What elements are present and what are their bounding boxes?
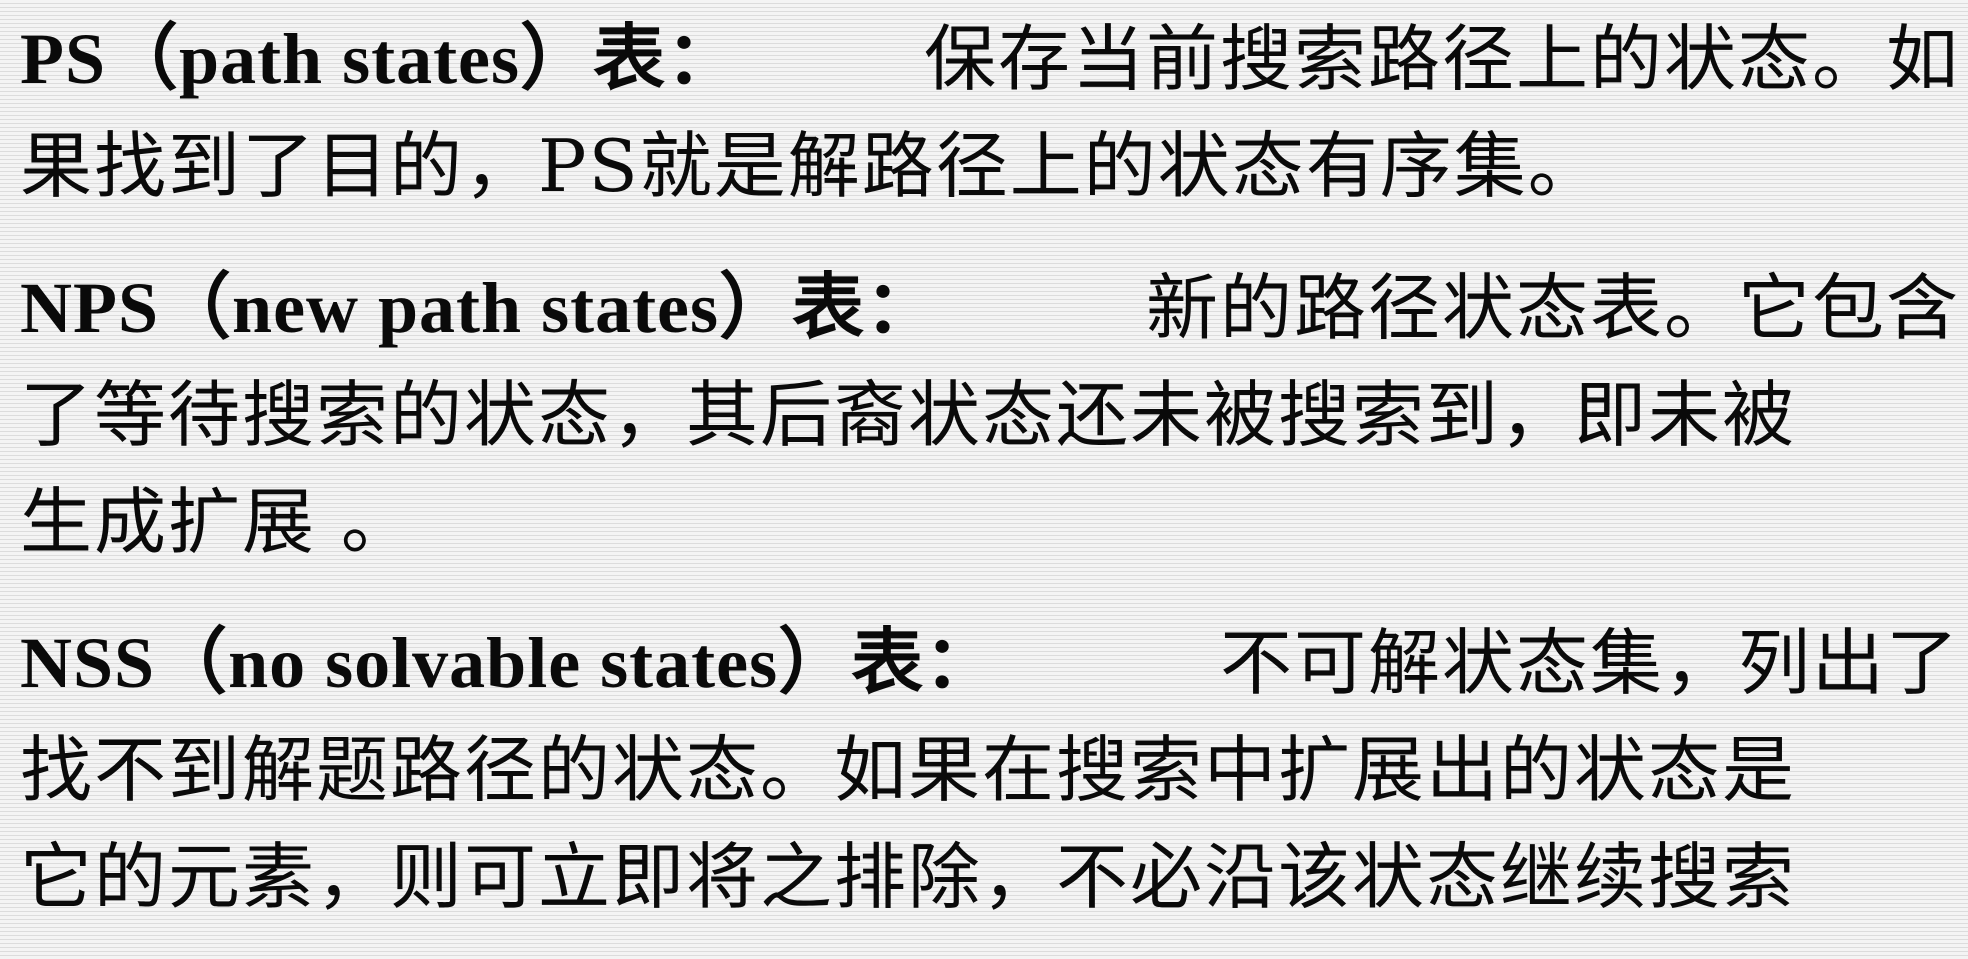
paragraph-nps: NPS（new path states）表： 新的路径状态表。它包含 了等待搜索… [20, 255, 1960, 576]
definition-text: 不可解状态集，列出了 [1219, 621, 1960, 705]
term-nps: NPS（new path states）表： [20, 268, 939, 348]
term-nss: NSS（no solvable states）表： [20, 623, 998, 703]
definition-text: 它的元素，则可立即将之排除，不必沿该状态继续搜索 [20, 835, 1797, 919]
paragraph-line: 找不到解题路径的状态。如果在搜索中扩展出的状态是 [20, 717, 1960, 824]
paragraph-line: NSS（no solvable states）表： 不可解状态集，列出了 [20, 610, 1960, 717]
paragraph-line: 了等待搜索的状态，其后裔状态还未被搜索到，即未被 [20, 362, 1960, 469]
paragraph-line: 果找到了目的，PS就是解路径上的状态有序集。 [20, 113, 1960, 220]
paragraph-nss: NSS（no solvable states）表： 不可解状态集，列出了 找不到… [20, 610, 1960, 931]
definition-text: 生成扩展 。 [20, 480, 415, 564]
paragraph-line: NPS（new path states）表： 新的路径状态表。它包含 [20, 255, 1960, 362]
paragraph-line: PS（path states）表： 保存当前搜索路径上的状态。如 [20, 6, 1960, 113]
definition-text: 果找到了目的，PS就是解路径上的状态有序集。 [20, 124, 1602, 208]
definition-text: 新的路径状态表。它包含 [1145, 266, 1960, 350]
slide-content: PS（path states）表： 保存当前搜索路径上的状态。如 果找到了目的，… [20, 0, 1960, 959]
definition-text: 找不到解题路径的状态。如果在搜索中扩展出的状态是 [20, 728, 1797, 812]
definition-text: 了等待搜索的状态，其后裔状态还未被搜索到，即未被 [20, 373, 1797, 457]
paragraph-ps: PS（path states）表： 保存当前搜索路径上的状态。如 果找到了目的，… [20, 6, 1960, 220]
term-ps: PS（path states）表： [20, 19, 740, 99]
definition-text: 保存当前搜索路径上的状态。如 [923, 17, 1960, 101]
paragraph-line: 它的元素，则可立即将之排除，不必沿该状态继续搜索 [20, 824, 1960, 931]
paragraph-line: 生成扩展 。 [20, 469, 1960, 576]
